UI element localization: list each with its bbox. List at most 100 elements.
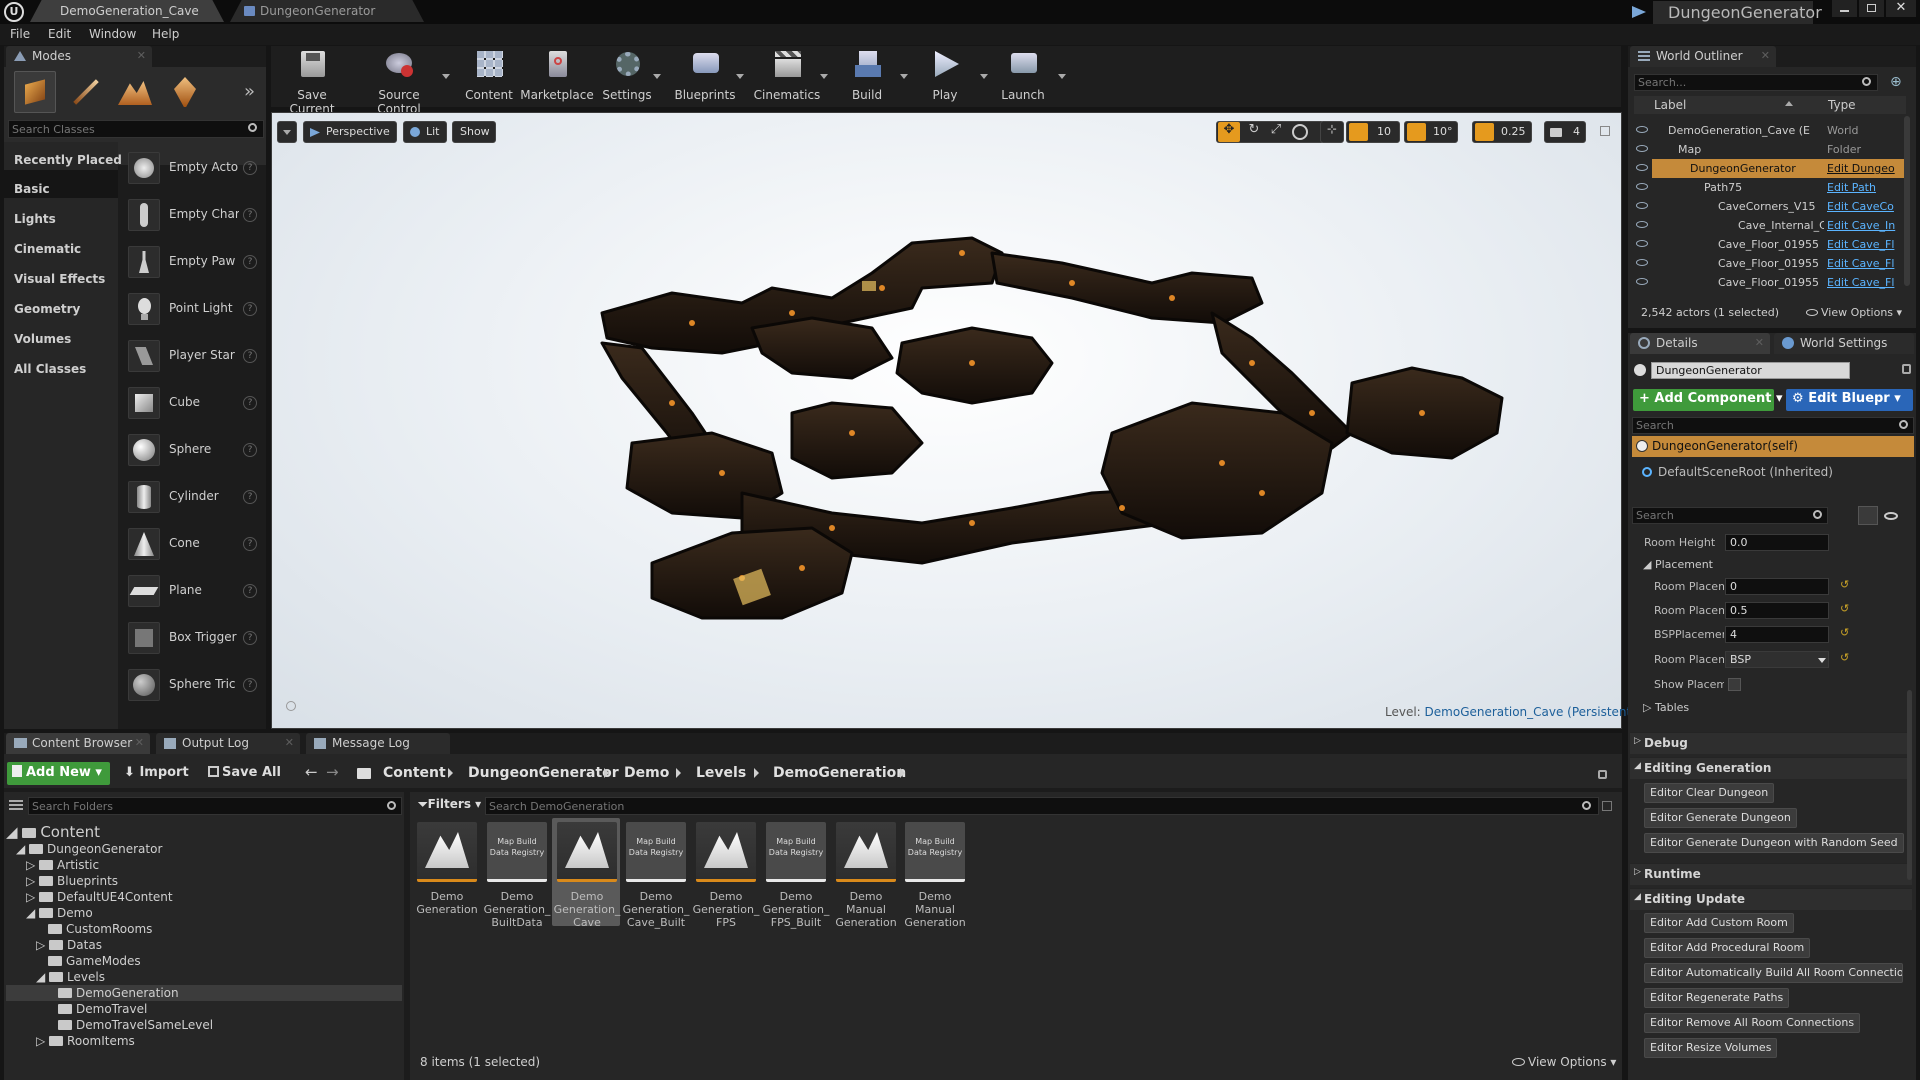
- tab-modes[interactable]: Modes ✕: [6, 46, 152, 67]
- breadcrumb-separator-icon[interactable]: [676, 768, 681, 778]
- search-folders-input[interactable]: [32, 799, 362, 813]
- placeable-empty-actor[interactable]: Empty Acto?: [126, 147, 264, 191]
- rotation-snap-toggle[interactable]: 10°: [1404, 121, 1458, 143]
- breadcrumb-separator-icon[interactable]: [448, 768, 453, 778]
- search-classes-input[interactable]: [12, 122, 232, 136]
- save-search-icon[interactable]: [1602, 801, 1612, 811]
- category-volumes[interactable]: Volumes: [14, 332, 71, 346]
- tab-dungeongenerator[interactable]: DungeonGenerator: [230, 0, 424, 22]
- breadcrumb-levels[interactable]: Levels: [696, 765, 746, 781]
- component-search-input[interactable]: [1636, 419, 1876, 432]
- place-mode-icon[interactable]: [14, 71, 56, 113]
- help-icon[interactable]: ?: [243, 255, 257, 269]
- blueprints-button[interactable]: Blueprints: [668, 47, 742, 105]
- placeable-player-start[interactable]: Player Star?: [126, 335, 264, 379]
- tab-message-log[interactable]: Message Log: [306, 733, 450, 754]
- menu-help[interactable]: Help: [152, 27, 179, 41]
- visibility-eye-icon[interactable]: [1636, 278, 1648, 285]
- folder-customrooms[interactable]: CustomRooms: [48, 922, 152, 938]
- placeable-cylinder[interactable]: Cylinder?: [126, 476, 264, 520]
- add-component-button[interactable]: + Add Component ▾: [1633, 389, 1782, 411]
- folder-icon[interactable]: [357, 768, 371, 779]
- source-control-dropdown-icon[interactable]: [442, 74, 450, 79]
- folder-gamemodes[interactable]: GameModes: [48, 954, 141, 970]
- marketplace-button[interactable]: Marketplace: [520, 47, 594, 105]
- asset-tile[interactable]: Demo Manual Generation: [835, 820, 899, 932]
- surface-snap-icon[interactable]: ⊹: [1320, 121, 1344, 143]
- category-visual-effects[interactable]: Visual Effects: [14, 272, 105, 286]
- tab-world-outliner[interactable]: World Outliner ✕: [1630, 46, 1776, 67]
- edit-blueprint-button[interactable]: ⚙ Edit Bluepr ▾: [1786, 389, 1913, 411]
- row-type[interactable]: Edit Cave_In: [1827, 219, 1907, 232]
- help-icon[interactable]: ?: [243, 678, 257, 692]
- property-value-input[interactable]: 4: [1725, 626, 1829, 643]
- asset-view-options[interactable]: View Options ▾: [1512, 1055, 1616, 1069]
- folder-demotravel[interactable]: DemoTravel: [58, 1002, 147, 1018]
- blueprints-dropdown-icon[interactable]: [736, 74, 744, 79]
- launch-button[interactable]: Launch: [986, 47, 1060, 105]
- folder-demotravelsamelevel[interactable]: DemoTravelSameLevel: [58, 1018, 213, 1034]
- reset-to-default-icon[interactable]: ↺: [1840, 651, 1849, 664]
- close-tab-icon[interactable]: ✕: [135, 736, 144, 749]
- forward-arrow-icon[interactable]: →: [326, 763, 339, 781]
- runtime-section[interactable]: ▷ Runtime: [1630, 863, 1912, 885]
- grid-snap-toggle[interactable]: 10: [1346, 121, 1400, 143]
- show-button[interactable]: Show: [452, 121, 496, 143]
- row-type[interactable]: Edit Cave_Fl: [1827, 238, 1907, 251]
- maximize-button[interactable]: [1859, 0, 1884, 17]
- tab-content-browser[interactable]: Content Browser ✕: [6, 733, 150, 754]
- placeable-sphere-trigger[interactable]: Sphere Tric?: [126, 664, 264, 708]
- category-lights[interactable]: Lights: [14, 212, 56, 226]
- component-search-field[interactable]: [1632, 417, 1914, 434]
- unreal-logo-icon[interactable]: U: [4, 2, 24, 22]
- category-basic[interactable]: Basic: [14, 182, 50, 196]
- build-dropdown-icon[interactable]: [900, 74, 908, 79]
- folder-roomitems[interactable]: ▷ RoomItems: [36, 1034, 135, 1050]
- folder-demo[interactable]: ◢ Demo: [26, 906, 93, 922]
- editing-generation-section[interactable]: ◢ Editing Generation: [1630, 757, 1912, 779]
- outliner-search-input[interactable]: [1638, 76, 1838, 89]
- show-placement-checkbox[interactable]: [1728, 678, 1741, 691]
- search-classes-field[interactable]: [8, 120, 264, 138]
- placeable-box-trigger[interactable]: Box Trigger?: [126, 617, 264, 661]
- translate-tool-icon[interactable]: ✥: [1218, 122, 1240, 142]
- editor-add-procedural-room-button[interactable]: Editor Add Procedural Room: [1644, 938, 1811, 958]
- category-recently-placed[interactable]: Recently Placed: [14, 153, 122, 167]
- help-icon[interactable]: ?: [243, 208, 257, 222]
- category-geometry[interactable]: Geometry: [14, 302, 80, 316]
- editor-clear-dungeon-button[interactable]: Editor Clear Dungeon: [1644, 783, 1775, 803]
- search-assets-field[interactable]: [485, 797, 1599, 815]
- help-icon[interactable]: ?: [243, 349, 257, 363]
- visibility-eye-icon[interactable]: [1636, 221, 1648, 228]
- help-icon[interactable]: ?: [243, 490, 257, 504]
- folder-datas[interactable]: ▷ Datas: [36, 938, 102, 954]
- outliner-row-world[interactable]: DemoGeneration_Cave (E World: [1632, 121, 1904, 140]
- tab-output-log[interactable]: Output Log ✕: [156, 733, 300, 754]
- perspective-button[interactable]: Perspective: [303, 121, 397, 143]
- content-button[interactable]: Content: [452, 47, 526, 105]
- landscape-mode-icon[interactable]: [114, 71, 156, 113]
- editor-regenerate-paths-button[interactable]: Editor Regenerate Paths: [1644, 988, 1790, 1008]
- folder-artistic[interactable]: ▷ Artistic: [26, 858, 99, 874]
- placeable-cube[interactable]: Cube?: [126, 382, 264, 426]
- breadcrumb-content[interactable]: Content: [383, 765, 446, 781]
- properties-search-input[interactable]: [1636, 509, 1796, 522]
- folder-levels[interactable]: ◢ Levels: [36, 970, 105, 986]
- folder-defaultue4content[interactable]: ▷ DefaultUE4Content: [26, 890, 173, 906]
- row-type[interactable]: Edit Path: [1827, 181, 1907, 194]
- asset-tile[interactable]: Demo Generation: [416, 820, 480, 932]
- back-arrow-icon[interactable]: ←: [305, 763, 318, 781]
- scale-tool-icon[interactable]: ⤢: [1266, 122, 1286, 142]
- close-button[interactable]: ✕: [1886, 0, 1916, 17]
- outliner-row-cave-floor[interactable]: Cave_Floor_01955 Edit Cave_Fl: [1632, 254, 1904, 273]
- save-current-button[interactable]: Save Current: [275, 47, 349, 116]
- placement-category[interactable]: ◢ Placement: [1643, 558, 1713, 571]
- visibility-options-icon[interactable]: [1884, 512, 1898, 520]
- paint-mode-icon[interactable]: [64, 71, 106, 113]
- cinematics-button[interactable]: Cinematics: [750, 47, 824, 105]
- help-icon[interactable]: ?: [243, 631, 257, 645]
- world-space-icon[interactable]: [1292, 124, 1308, 140]
- editing-update-section[interactable]: ◢ Editing Update: [1630, 888, 1912, 910]
- property-matrix-icon[interactable]: [1858, 506, 1878, 525]
- tables-category[interactable]: ▷ Tables: [1643, 701, 1689, 714]
